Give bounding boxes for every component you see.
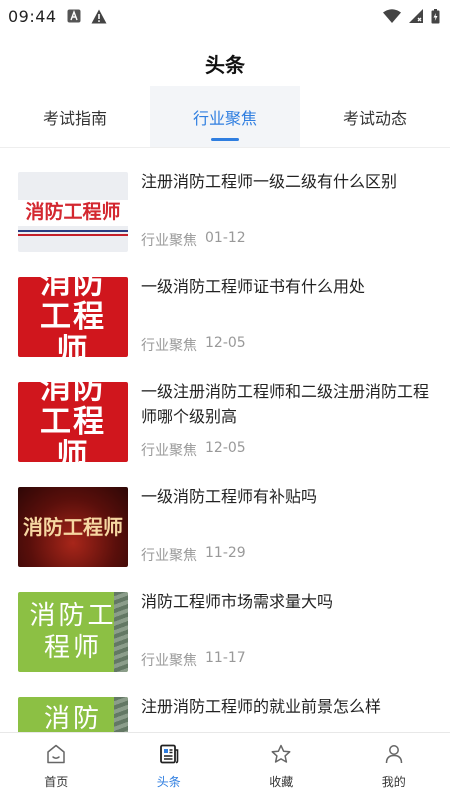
- news-category: 行业聚焦: [141, 443, 197, 459]
- status-time: 09:44: [8, 6, 57, 26]
- news-item[interactable]: 消防工程师 一级消防工程师有补贴吗 行业聚焦 11-29: [0, 463, 450, 568]
- news-title: 一级注册消防工程师和二级注册消防工程师哪个级别高: [141, 382, 430, 426]
- nav-headlines[interactable]: 头条: [113, 733, 226, 800]
- news-meta: 行业聚焦 12-05: [141, 440, 434, 462]
- news-thumbnail: 消防工程师: [18, 172, 128, 252]
- nav-label: 首页: [44, 775, 69, 789]
- news-meta: 行业聚焦 12-05: [141, 335, 434, 357]
- news-item[interactable]: 消防工程师 消防工程师市场需求量大吗 行业聚焦 11-17: [0, 568, 450, 673]
- news-meta: 行业聚焦 11-17: [141, 650, 434, 672]
- news-title: 注册消防工程师的就业前景怎么样: [141, 697, 382, 716]
- wifi-icon: [383, 9, 401, 23]
- news-thumbnail: 消防工程师: [18, 487, 128, 567]
- page-title: 头条: [205, 53, 245, 77]
- tab-exam-news[interactable]: 考试动态: [300, 86, 450, 147]
- star-icon: [270, 743, 292, 769]
- news-thumbnail: 消防工程师: [18, 382, 128, 462]
- thumbnail-text: 消防工程师: [23, 515, 123, 539]
- tab-exam-guide[interactable]: 考试指南: [0, 86, 150, 147]
- news-category: 行业聚焦: [141, 548, 197, 564]
- tab-industry-focus[interactable]: 行业聚焦: [150, 86, 300, 147]
- news-category: 行业聚焦: [141, 338, 197, 354]
- nav-label: 我的: [381, 775, 406, 789]
- news-date: 11-29: [205, 545, 246, 561]
- news-title: 一级消防工程师有补贴吗: [141, 487, 318, 506]
- warning-icon: [91, 9, 107, 24]
- news-title: 一级消防工程师证书有什么用处: [141, 277, 366, 296]
- nav-profile[interactable]: 我的: [338, 733, 450, 800]
- bottom-nav: 首页 头条 收藏 我的: [0, 732, 450, 800]
- news-icon: [158, 743, 180, 769]
- thumbnail-text: 消防: [43, 704, 102, 732]
- news-date: 01-12: [205, 230, 246, 246]
- news-category: 行业聚焦: [141, 233, 197, 249]
- battery-icon: [431, 8, 440, 24]
- news-meta: 行业聚焦 11-29: [141, 545, 434, 567]
- thumbnail-text: 消防工程师: [29, 600, 117, 664]
- nav-favorites[interactable]: 收藏: [225, 733, 338, 800]
- news-item[interactable]: 消防工程师 注册消防工程师一级二级有什么区别 行业聚焦 01-12: [0, 148, 450, 253]
- news-title: 注册消防工程师一级二级有什么区别: [141, 172, 398, 191]
- thumbnail-text: 消防工程师: [40, 382, 106, 462]
- signal-icon: [409, 9, 423, 23]
- news-title: 消防工程师市场需求量大吗: [141, 592, 334, 611]
- news-list: 消防工程师 注册消防工程师一级二级有什么区别 行业聚焦 01-12 消防工程师 …: [0, 148, 450, 732]
- news-date: 12-05: [205, 440, 246, 456]
- thumbnail-text: 消防工程师: [25, 200, 121, 223]
- news-item[interactable]: 消防 注册消防工程师的就业前景怎么样: [0, 673, 450, 732]
- news-item[interactable]: 消防工程师 一级注册消防工程师和二级注册消防工程师哪个级别高 行业聚焦 12-0…: [0, 358, 450, 463]
- status-bar: 09:44: [0, 0, 450, 32]
- news-thumbnail: 消防工程师: [18, 592, 128, 672]
- nav-home[interactable]: 首页: [0, 733, 113, 800]
- news-date: 11-17: [205, 650, 246, 666]
- nav-label: 收藏: [269, 775, 294, 789]
- home-icon: [45, 743, 67, 769]
- category-tabs: 考试指南 行业聚焦 考试动态: [0, 86, 450, 148]
- app-notification-icon: [67, 9, 81, 23]
- news-thumbnail: 消防工程师: [18, 277, 128, 357]
- news-item[interactable]: 消防工程师 一级消防工程师证书有什么用处 行业聚焦 12-05: [0, 253, 450, 358]
- nav-label: 头条: [156, 775, 181, 789]
- news-thumbnail: 消防: [18, 697, 128, 732]
- news-date: 12-05: [205, 335, 246, 351]
- thumbnail-text: 消防工程师: [40, 277, 106, 357]
- news-meta: 行业聚焦 01-12: [141, 230, 434, 252]
- news-category: 行业聚焦: [141, 653, 197, 669]
- user-icon: [383, 743, 405, 769]
